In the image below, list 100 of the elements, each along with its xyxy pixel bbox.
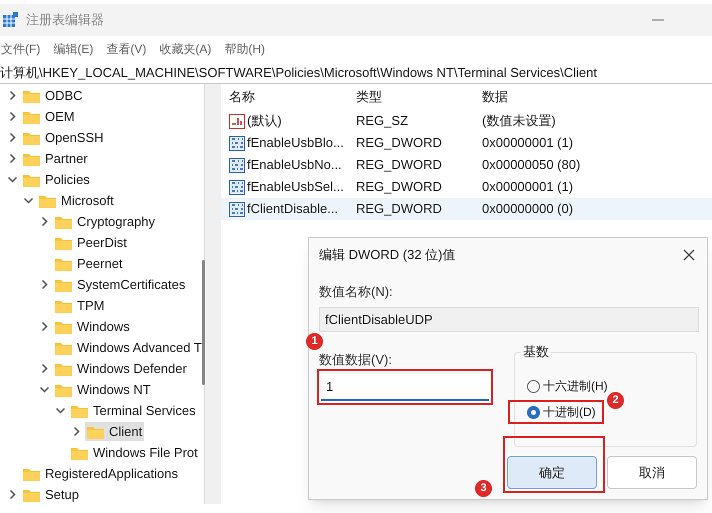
- chevron-down-icon[interactable]: [8, 175, 16, 184]
- value-name-field[interactable]: fClientDisableUDP: [319, 307, 699, 332]
- ok-button[interactable]: 确定: [507, 456, 597, 489]
- field-label: 数值名称(N):: [319, 284, 393, 300]
- string-value-icon: [229, 114, 245, 128]
- tree-item[interactable]: Terminal Services: [69, 400, 198, 420]
- group-label: 基数: [520, 344, 551, 360]
- registry-value-row[interactable]: fEnableUsbNo... REG_DWORD 0x00000050 (80): [221, 154, 712, 176]
- window-title: 注册表编辑器: [26, 11, 104, 30]
- tree-item[interactable]: Policies: [21, 170, 92, 190]
- chevron-right-icon[interactable]: [8, 490, 16, 499]
- tree-item[interactable]: Windows: [53, 316, 132, 336]
- registry-value-row[interactable]: fEnableUsbSel... REG_DWORD 0x00000001 (1): [221, 176, 712, 198]
- value-name: fEnableUsbSel...: [247, 178, 344, 196]
- tree-item[interactable]: ODBC: [21, 86, 85, 106]
- value-type: REG_DWORD: [355, 178, 443, 196]
- cancel-button[interactable]: 取消: [607, 456, 697, 489]
- tree-item[interactable]: Windows Advanced T: [53, 338, 204, 358]
- menu-item[interactable]: 帮助(H): [224, 40, 265, 58]
- tree-item[interactable]: Peernet: [53, 254, 125, 274]
- minimize-icon[interactable]: [652, 19, 664, 21]
- tree-item[interactable]: Windows Defender: [53, 358, 189, 378]
- column-header[interactable]: 类型: [348, 87, 474, 107]
- radio-option[interactable]: 十六进制(H): [526, 378, 608, 394]
- radio-option[interactable]: 十进制(D): [526, 404, 596, 420]
- value-type: REG_DWORD: [355, 156, 443, 174]
- folder-icon: [55, 256, 72, 270]
- value-type: REG_SZ: [355, 112, 410, 130]
- chevron-right-icon[interactable]: [40, 217, 48, 226]
- chevron-down-icon[interactable]: [40, 385, 48, 394]
- value-data: (数值未设置): [481, 112, 556, 130]
- close-icon[interactable]: [683, 249, 695, 261]
- value-name: (默认): [247, 112, 282, 130]
- folder-icon: [23, 488, 40, 502]
- scrollbar-thumb[interactable]: [202, 260, 205, 385]
- binary-value-icon: [229, 158, 245, 172]
- radio-button[interactable]: [526, 380, 540, 392]
- folder-icon: [39, 194, 56, 208]
- value-data: 0x00000050 (80): [481, 156, 580, 174]
- folder-icon: [71, 404, 88, 418]
- tree-item[interactable]: Cryptography: [53, 212, 158, 232]
- value-data: 0x00000001 (1): [481, 134, 574, 152]
- column-header[interactable]: 数据: [474, 87, 712, 107]
- tree-item[interactable]: Windows File Prot: [69, 442, 200, 462]
- address-bar[interactable]: 计算机\HKEY_LOCAL_MACHINE\SOFTWARE\Policies\Microsoft\Windows NT\Terminal Services\Client: [0, 62, 712, 84]
- menu-item[interactable]: 编辑(E): [53, 40, 94, 58]
- folder-icon: [71, 446, 88, 460]
- folder-icon: [55, 236, 72, 250]
- chevron-down-icon[interactable]: [56, 406, 64, 415]
- tree-item[interactable]: Setup: [21, 484, 81, 504]
- tree-item[interactable]: RegisteredApplications: [21, 464, 180, 484]
- binary-value-icon: [229, 202, 245, 216]
- registry-value-row[interactable]: (默认) REG_SZ (数值未设置): [221, 110, 712, 132]
- column-header[interactable]: 名称: [221, 87, 348, 107]
- folder-icon: [23, 172, 40, 186]
- tree-item[interactable]: OpenSSH: [21, 128, 106, 148]
- registry-value-row[interactable]: fEnableUsbBlo... REG_DWORD 0x00000001 (1): [221, 132, 712, 154]
- value-name: fClientDisable...: [247, 200, 338, 218]
- folder-icon: [55, 298, 72, 312]
- folder-icon: [55, 214, 72, 228]
- binary-value-icon: [229, 180, 245, 194]
- tree-item[interactable]: Client: [85, 422, 144, 442]
- menu-item[interactable]: 收藏夹(A): [159, 40, 212, 58]
- menu-item[interactable]: 查看(V): [106, 40, 146, 58]
- value-data-field[interactable]: 1: [321, 374, 489, 401]
- folder-icon: [55, 340, 72, 354]
- chevron-right-icon[interactable]: [8, 154, 16, 163]
- chevron-right-icon[interactable]: [8, 133, 16, 142]
- folder-icon: [23, 466, 40, 480]
- tree-item[interactable]: PeerDist: [53, 232, 129, 252]
- folder-icon: [55, 278, 72, 292]
- radio-button[interactable]: [526, 406, 540, 418]
- folder-icon: [23, 110, 40, 124]
- folder-icon: [55, 320, 72, 334]
- tree-item[interactable]: SystemCertificates: [53, 274, 188, 294]
- value-name: fEnableUsbBlo...: [247, 134, 344, 152]
- tree-item[interactable]: TPM: [53, 296, 106, 316]
- chevron-right-icon[interactable]: [40, 280, 48, 289]
- value-data: 0x00000001 (1): [481, 178, 574, 196]
- folder-icon: [87, 424, 104, 438]
- field-label: 数值数据(V):: [319, 352, 392, 368]
- value-name: fEnableUsbNo...: [247, 156, 342, 174]
- tree-item[interactable]: Partner: [21, 148, 90, 168]
- folder-icon: [23, 88, 40, 102]
- menu-item[interactable]: 文件(F): [1, 40, 40, 58]
- chevron-right-icon[interactable]: [40, 364, 48, 373]
- folder-icon: [23, 152, 40, 166]
- chevron-right-icon[interactable]: [8, 91, 16, 100]
- folder-icon: [55, 382, 72, 396]
- folder-icon: [23, 130, 40, 144]
- folder-icon: [55, 362, 72, 376]
- tree-item[interactable]: Windows NT: [53, 380, 153, 400]
- chevron-right-icon[interactable]: [40, 322, 48, 331]
- binary-value-icon: [229, 136, 245, 150]
- chevron-right-icon[interactable]: [72, 427, 80, 436]
- chevron-right-icon[interactable]: [8, 112, 16, 121]
- tree-item[interactable]: Microsoft: [37, 190, 116, 210]
- registry-value-row[interactable]: fClientDisable... REG_DWORD 0x00000000 (0): [221, 198, 712, 220]
- tree-item[interactable]: OEM: [21, 106, 77, 126]
- chevron-down-icon[interactable]: [24, 196, 32, 205]
